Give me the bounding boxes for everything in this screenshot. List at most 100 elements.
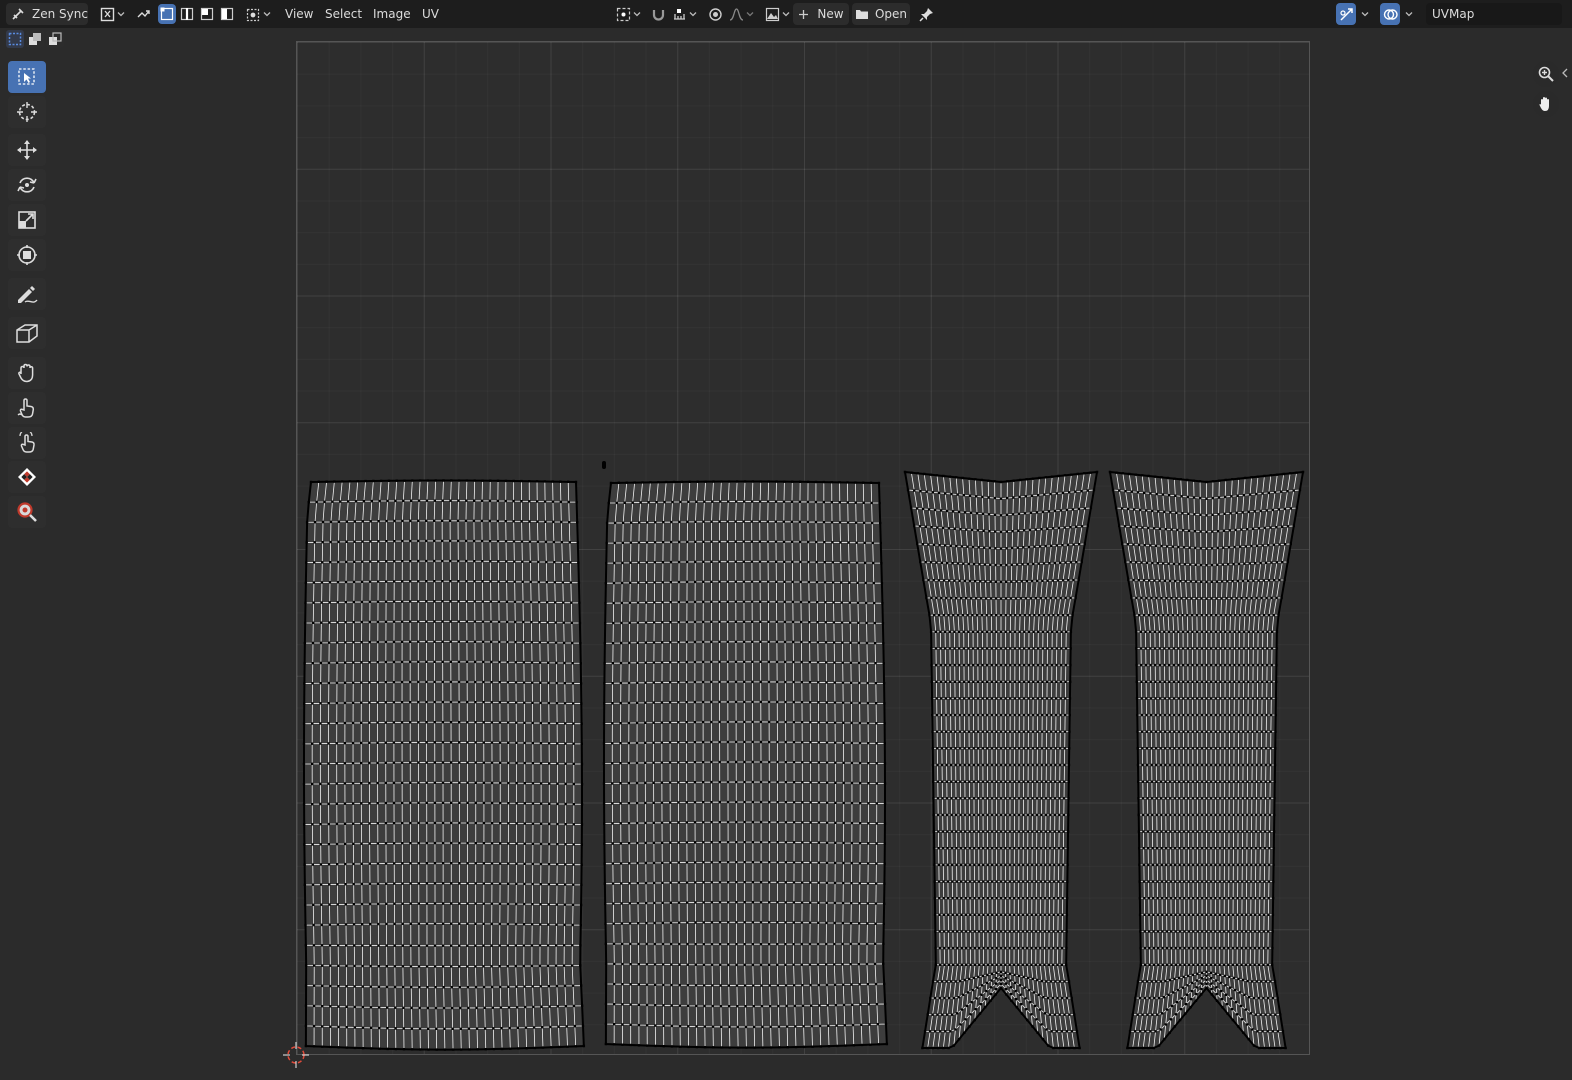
menu-image[interactable]: Image (367, 3, 417, 25)
menu-uv[interactable]: UV (416, 3, 445, 25)
uv-tile-area[interactable] (296, 41, 1310, 1055)
zoom-magnifier-icon (17, 502, 37, 522)
select-subtract-mode[interactable] (46, 30, 64, 48)
cursor-icon (17, 102, 37, 122)
chevron-left-icon (1562, 68, 1568, 78)
header-bar: Zen Sync View Select Image UV New Open U… (0, 0, 1572, 28)
select-extend-icon (29, 33, 41, 45)
rip-region-tool[interactable] (8, 317, 46, 349)
sidebar-toggle[interactable] (1561, 66, 1569, 80)
uv-map-name: UVMap (1432, 7, 1475, 21)
transform-tool[interactable] (8, 239, 46, 271)
falloff-curve-icon (729, 7, 743, 21)
folder-icon (855, 10, 868, 19)
editor-type-dropdown[interactable] (98, 3, 126, 25)
browse-image-dropdown[interactable] (763, 3, 791, 25)
island-select-mode[interactable] (218, 4, 236, 24)
chevron-down-icon (1405, 12, 1413, 17)
rotate-icon (17, 177, 37, 193)
proportional-editing-icon (708, 7, 722, 21)
sticky-selection-icon (246, 8, 259, 21)
chevron-down-icon (782, 12, 789, 17)
uv-map-selector[interactable]: UVMap (1426, 3, 1562, 25)
vertex-mode-icon (160, 7, 174, 21)
pinch-tool[interactable] (8, 427, 46, 459)
stray-vertex[interactable] (602, 461, 606, 469)
face-mode-icon (200, 7, 214, 21)
pan-hand-icon (1539, 97, 1549, 111)
select-new-mode[interactable] (6, 30, 24, 48)
sync-arrows-icon (137, 9, 150, 17)
select-box-tool[interactable] (8, 61, 46, 93)
island-mode-icon (220, 7, 234, 21)
selection-mode-row (6, 30, 64, 48)
zen-sync-icon (12, 8, 24, 20)
select-extend-mode[interactable] (26, 30, 44, 48)
menu-select[interactable]: Select (319, 3, 368, 25)
overlays-icon (1383, 8, 1398, 20)
falloff-dropdown[interactable] (727, 3, 755, 25)
chevron-down-icon (1361, 12, 1369, 17)
new-image-button[interactable]: New (793, 3, 849, 25)
overlays-toggle[interactable] (1380, 3, 1400, 25)
scale-tool[interactable] (8, 204, 46, 236)
select-new-icon (8, 32, 22, 46)
chevron-down-icon (689, 12, 696, 17)
overlays-dropdown[interactable] (1401, 3, 1415, 25)
gizmo-dropdown[interactable] (1357, 3, 1371, 25)
face-select-mode[interactable] (198, 4, 216, 24)
pin-icon (918, 7, 933, 22)
grab-hand-icon (18, 363, 34, 383)
menu-view[interactable]: View (279, 3, 319, 25)
rip-region-icon (16, 324, 38, 343)
magnet-icon (652, 9, 664, 21)
sticky-selection-dropdown[interactable] (244, 3, 272, 25)
uv-editor-icon (100, 7, 114, 21)
chevron-down-icon (746, 12, 753, 17)
proportional-editing-toggle[interactable] (705, 3, 725, 25)
move-arrows-icon (17, 140, 37, 160)
zen-sync-button[interactable]: Zen Sync (6, 3, 88, 25)
zoom-view-button[interactable] (1533, 61, 1559, 87)
relax-tool[interactable] (8, 392, 46, 424)
snap-target-dropdown[interactable] (670, 3, 698, 25)
image-icon (765, 7, 779, 21)
zoom-icon (1538, 66, 1554, 82)
chevron-down-icon (633, 12, 640, 17)
pan-view-button[interactable] (1533, 91, 1559, 117)
snap-toggle[interactable] (648, 3, 668, 25)
chevron-down-icon (263, 12, 270, 17)
move-tool[interactable] (8, 134, 46, 166)
cursor-tool[interactable] (8, 96, 46, 128)
open-image-button[interactable]: Open (852, 3, 910, 25)
grab-tool[interactable] (8, 357, 46, 389)
plus-icon (799, 9, 809, 19)
pivot-point-dropdown[interactable] (614, 3, 642, 25)
sync-selection-toggle[interactable] (133, 3, 153, 25)
scale-icon (18, 211, 36, 229)
edge-mode-icon (180, 7, 194, 21)
transform-icon (17, 245, 37, 265)
gizmo-icon (1339, 7, 1353, 21)
select-subtract-icon (49, 32, 62, 45)
vertex-select-mode[interactable] (158, 4, 176, 24)
pencil-icon (18, 286, 38, 303)
gizmo-toggle[interactable] (1336, 3, 1356, 25)
snap-increment-icon (673, 8, 685, 20)
new-image-label: New (817, 7, 844, 21)
checker-icon (18, 468, 36, 486)
rotate-tool[interactable] (8, 169, 46, 201)
zen-checker-tool[interactable] (8, 461, 46, 493)
open-image-label: Open (874, 7, 908, 21)
relax-finger-icon (17, 398, 35, 418)
pivot-icon (616, 7, 630, 21)
zoom-tool[interactable] (8, 496, 46, 528)
pinch-finger-icon (19, 432, 35, 453)
select-box-icon (18, 68, 35, 85)
pin-image-toggle[interactable] (916, 3, 936, 25)
edge-select-mode[interactable] (178, 4, 196, 24)
uv-2d-cursor[interactable] (281, 1040, 311, 1070)
chevron-down-icon (117, 12, 124, 17)
annotate-tool[interactable] (8, 278, 46, 310)
zen-sync-label: Zen Sync (32, 7, 88, 21)
